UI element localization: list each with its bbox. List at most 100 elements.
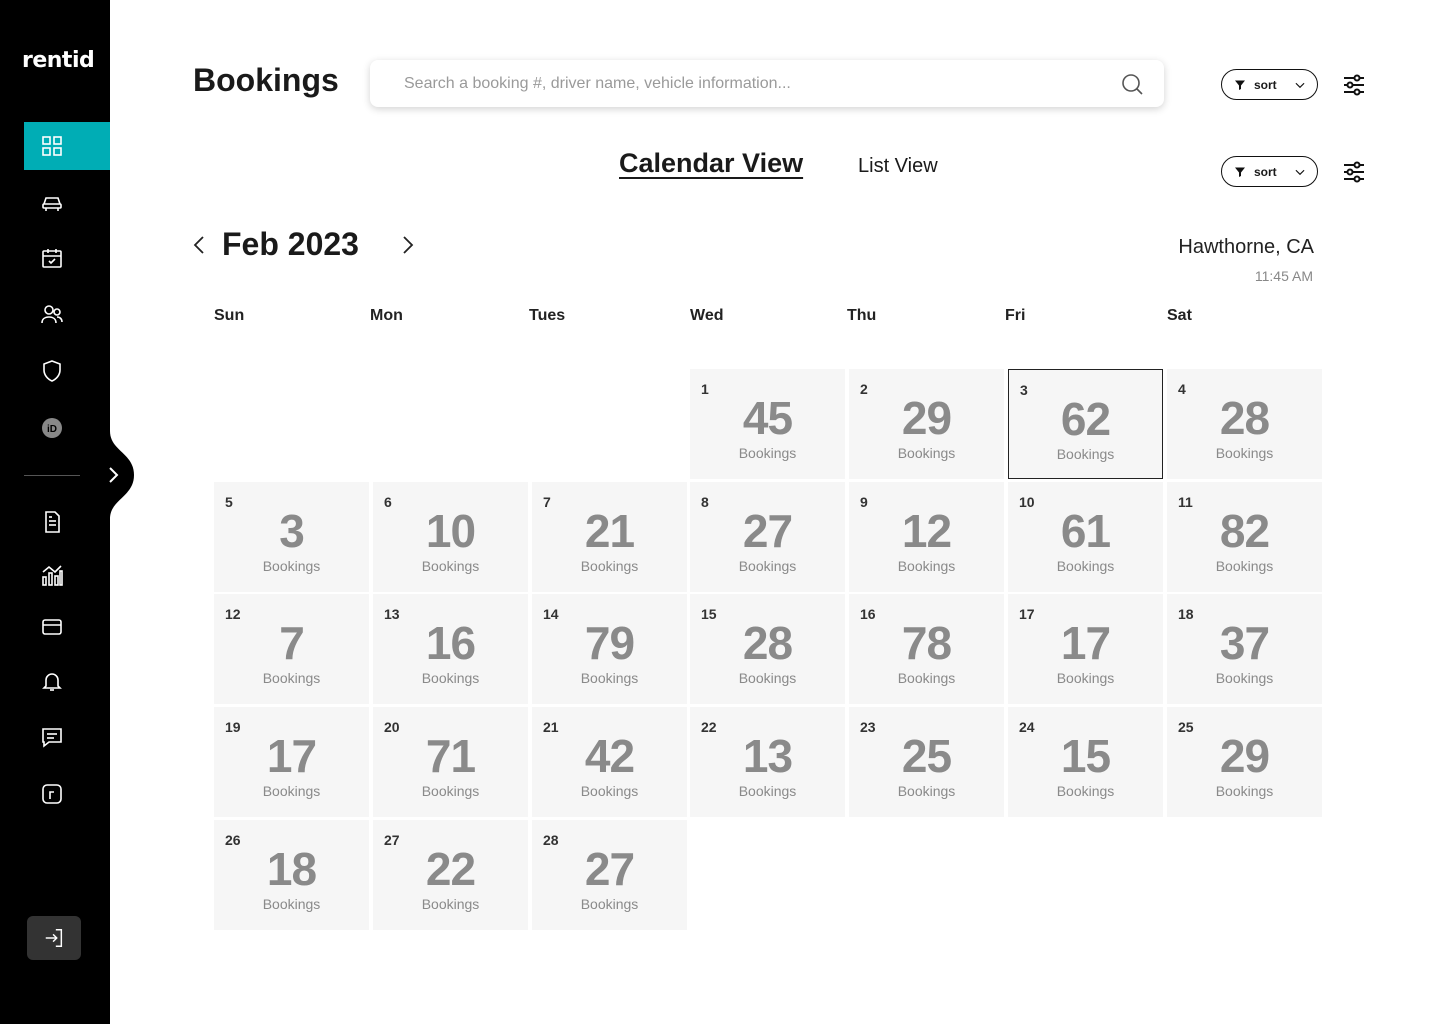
tab-calendar-view[interactable]: Calendar View [619, 148, 803, 179]
calendar-check-icon [42, 249, 62, 268]
calendar-day-cell[interactable]: 15 28 Bookings [690, 594, 845, 704]
search-bar[interactable] [370, 60, 1164, 107]
calendar-day-cell[interactable]: 11 82 Bookings [1167, 482, 1322, 592]
booking-count-label: Bookings [262, 896, 321, 912]
calendar-day-cell[interactable]: 10 61 Bookings [1008, 482, 1163, 592]
sort-dropdown-calendar[interactable]: sort [1221, 156, 1318, 187]
sidebar-item-notifications[interactable] [24, 657, 110, 705]
booking-count: 7 [279, 617, 305, 669]
id-badge-icon: iD [42, 418, 62, 438]
sidebar-item-messages[interactable] [24, 713, 110, 761]
calendar-day-cell[interactable]: 24 15 Bookings [1008, 707, 1163, 817]
sidebar-item-dashboard[interactable] [24, 122, 110, 170]
tab-list-view[interactable]: List View [858, 155, 938, 178]
booking-count-label: Bookings [1215, 670, 1274, 686]
booking-count: 18 [266, 843, 317, 895]
previous-month-button[interactable] [190, 234, 210, 256]
calendar-day-cell[interactable]: 13 16 Bookings [373, 594, 528, 704]
calendar-day-cell[interactable]: 26 18 Bookings [214, 820, 369, 930]
booking-count: 27 [584, 843, 635, 895]
filter-settings-icon[interactable] [1342, 160, 1366, 184]
sidebar-item-security[interactable] [24, 347, 110, 395]
filter-funnel-icon [1235, 80, 1245, 90]
calendar-day-cell[interactable]: 18 37 Bookings [1167, 594, 1322, 704]
sort-label: sort [1254, 164, 1277, 179]
calendar-day-cell[interactable]: 3 62 Bookings [1008, 369, 1163, 479]
booking-count: 78 [901, 617, 952, 669]
booking-count-label: Bookings [1056, 783, 1115, 799]
sidebar-item-bookings[interactable] [24, 234, 110, 282]
sort-dropdown-top[interactable]: sort [1221, 69, 1318, 100]
calendar-day-cell[interactable]: 19 17 Bookings [214, 707, 369, 817]
month-label: Feb 2023 [222, 226, 359, 262]
sidebar-item-documents[interactable] [24, 498, 110, 546]
calendar-day-cell[interactable]: 9 12 Bookings [849, 482, 1004, 592]
booking-count: 27 [742, 505, 793, 557]
filter-settings-icon[interactable] [1342, 73, 1366, 97]
calendar-day-cell[interactable]: 20 71 Bookings [373, 707, 528, 817]
booking-count: 29 [901, 392, 952, 444]
sidebar-item-users[interactable] [24, 290, 110, 338]
calendar-day-cell[interactable]: 17 17 Bookings [1008, 594, 1163, 704]
sidebar-item-rentid[interactable] [24, 770, 110, 818]
booking-count-label: Bookings [738, 670, 797, 686]
calendar-day-cell[interactable]: 7 21 Bookings [532, 482, 687, 592]
booking-count-label: Bookings [1215, 558, 1274, 574]
booking-count: 28 [742, 617, 793, 669]
booking-count: 17 [266, 730, 317, 782]
search-icon[interactable] [1120, 72, 1144, 96]
location-label: Hawthorne, CA [1178, 236, 1314, 258]
weekday-label: Wed [690, 307, 724, 324]
booking-count-label: Bookings [897, 558, 956, 574]
app-logo: rentid [22, 48, 95, 73]
calendar-day-cell[interactable]: 5 3 Bookings [214, 482, 369, 592]
booking-count: 62 [1060, 393, 1111, 445]
booking-count-label: Bookings [1056, 558, 1115, 574]
booking-count-label: Bookings [421, 670, 480, 686]
booking-count-label: Bookings [580, 558, 639, 574]
calendar-day-cell[interactable]: 22 13 Bookings [690, 707, 845, 817]
sort-label: sort [1254, 77, 1277, 92]
booking-count: 15 [1060, 730, 1111, 782]
calendar-day-cell[interactable]: 16 78 Bookings [849, 594, 1004, 704]
sidebar-item-analytics[interactable] [24, 551, 110, 599]
calendar-day-cell[interactable]: 21 42 Bookings [532, 707, 687, 817]
booking-count: 28 [1219, 392, 1270, 444]
sidebar-item-vehicles[interactable] [24, 178, 110, 226]
booking-count: 13 [742, 730, 793, 782]
calendar-day-cell[interactable]: 23 25 Bookings [849, 707, 1004, 817]
calendar-day-cell[interactable]: 25 29 Bookings [1167, 707, 1322, 817]
sidebar-item-payments[interactable] [24, 603, 110, 651]
booking-count-label: Bookings [421, 783, 480, 799]
booking-count-label: Bookings [738, 445, 797, 461]
weekday-label: Tues [529, 307, 566, 324]
booking-count-label: Bookings [897, 670, 956, 686]
analytics-icon [42, 565, 63, 586]
booking-count: 45 [742, 392, 793, 444]
booking-count-label: Bookings [1056, 670, 1115, 686]
logout-button[interactable] [27, 916, 81, 960]
svg-text:iD: iD [47, 424, 57, 435]
booking-count: 79 [584, 617, 635, 669]
calendar-day-cell[interactable]: 2 29 Bookings [849, 369, 1004, 479]
booking-count-label: Bookings [262, 558, 321, 574]
booking-count-label: Bookings [421, 896, 480, 912]
bell-icon [42, 673, 62, 691]
calendar-day-cell[interactable]: 14 79 Bookings [532, 594, 687, 704]
calendar-day-cell[interactable]: 27 22 Bookings [373, 820, 528, 930]
booking-count: 82 [1219, 505, 1270, 557]
next-month-button[interactable] [397, 234, 417, 256]
time-label: 11:45 AM [1254, 268, 1313, 284]
calendar-day-cell[interactable]: 1 45 Bookings [690, 369, 845, 479]
booking-count-label: Bookings [1056, 446, 1115, 462]
weekday-label: Sat [1167, 307, 1192, 324]
calendar-day-cell[interactable]: 12 7 Bookings [214, 594, 369, 704]
booking-count: 17 [1060, 617, 1111, 669]
calendar-day-cell[interactable]: 6 10 Bookings [373, 482, 528, 592]
calendar-day-cell[interactable]: 8 27 Bookings [690, 482, 845, 592]
weekday-label: Sun [214, 307, 245, 324]
calendar-day-cell[interactable]: 28 27 Bookings [532, 820, 687, 930]
calendar-day-cell[interactable]: 4 28 Bookings [1167, 369, 1322, 479]
booking-count: 10 [425, 505, 476, 557]
search-input[interactable] [402, 73, 1120, 94]
